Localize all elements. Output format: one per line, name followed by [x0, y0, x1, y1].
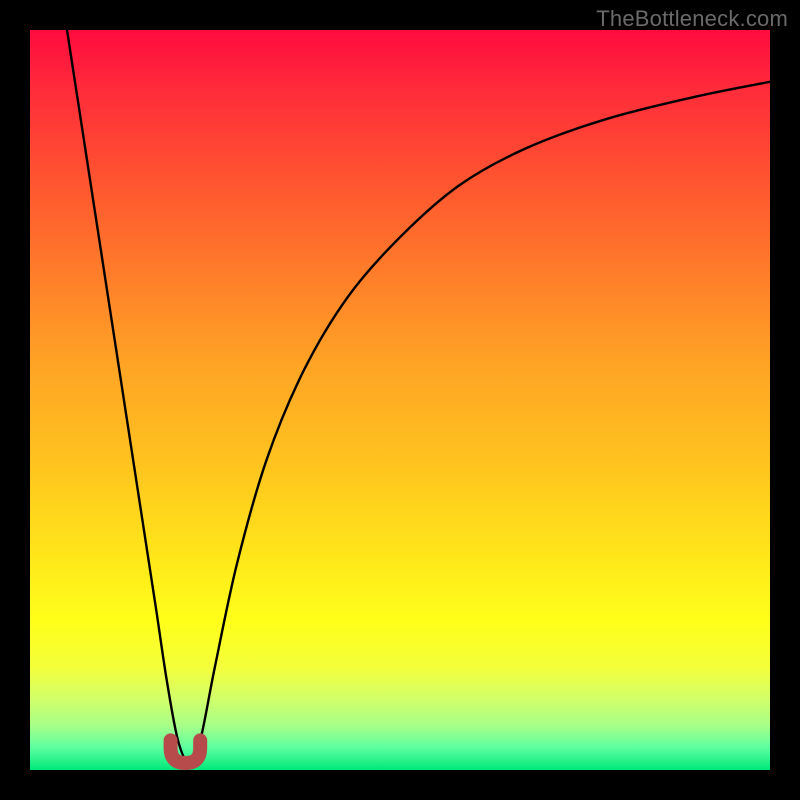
chart-svg	[30, 30, 770, 770]
watermark-text: TheBottleneck.com	[596, 6, 788, 32]
plot-area	[30, 30, 770, 770]
chart-frame: TheBottleneck.com	[0, 0, 800, 800]
bottleneck-curve	[67, 30, 770, 763]
minimum-marker	[171, 740, 201, 763]
